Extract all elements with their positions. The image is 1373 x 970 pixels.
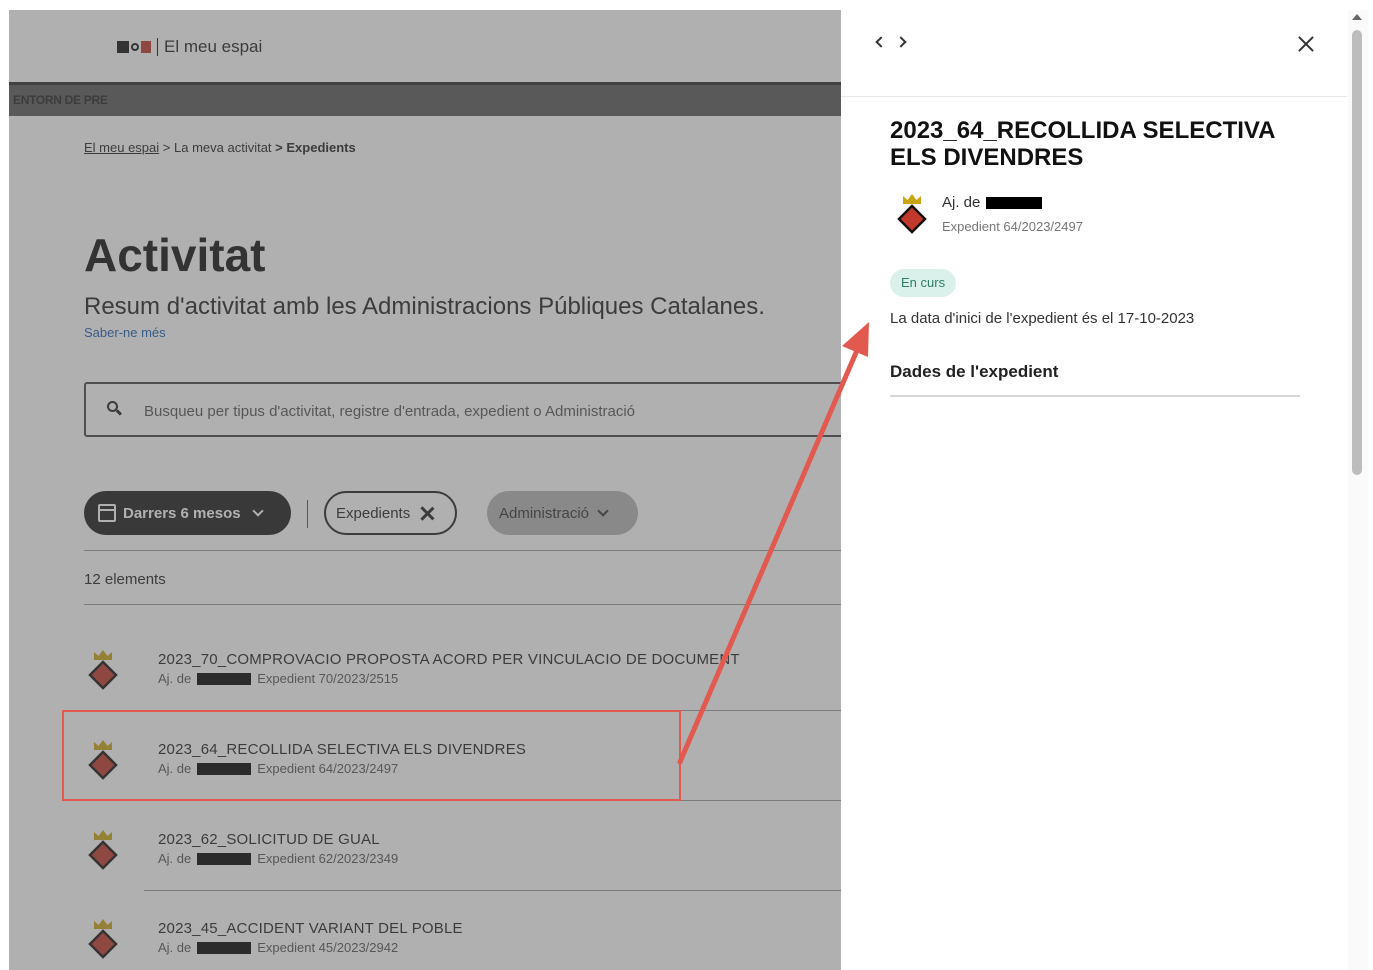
panel-org-label: Aj. de [942,194,981,211]
environment-label: ENTORN DE PRE [13,93,108,107]
breadcrumb-home-link[interactable]: El meu espai [84,140,159,155]
detail-panel: 2023_64_RECOLLIDA SELECTIVA ELS DIVENDRE… [841,10,1347,970]
logo-divider [157,38,158,56]
app-title: El meu espai [164,37,263,56]
item-subtitle: Aj. de Expedient 64/2023/2497 [158,761,398,776]
panel-org: Aj. de [942,194,1048,211]
panel-nav [875,36,907,48]
divider [144,890,841,891]
item-title: 2023_62_SOLICITUD DE GUAL [158,831,380,848]
item-org: Aj. de [158,671,192,686]
panel-title: 2023_64_RECOLLIDA SELECTIVA ELS DIVENDRE… [890,117,1275,171]
close-icon[interactable] [1296,34,1316,54]
type-filter-label: Expedients [336,504,411,522]
list-item[interactable]: 2023_62_SOLICITUD DE GUAL Aj. de Expedien… [84,820,841,890]
start-date-text: La data d'inici de l'expedient és el 17-… [890,310,1195,327]
next-icon[interactable] [895,36,907,48]
divider [144,710,841,711]
breadcrumb-current: Expedients [286,140,356,155]
item-subtitle: Aj. de Expedient 45/2023/2942 [158,940,398,955]
date-filter-button[interactable]: Darrers 6 mesos [84,491,291,535]
municipality-crest-icon [84,740,122,784]
search-placeholder: Busqueu per tipus d'activitat, registre … [144,403,636,420]
redaction-bar [197,852,252,865]
list-item[interactable]: 2023_70_COMPROVACIO PROPOSTA ACORD PER V… [84,640,841,710]
redaction-bar [197,672,252,685]
redaction-bar [986,196,1043,209]
scroll-up-icon[interactable] [1352,14,1362,20]
item-title: 2023_64_RECOLLIDA SELECTIVA ELS DIVENDRE… [158,741,527,758]
calendar-icon [98,504,116,522]
divider [84,550,841,551]
page-title: Activitat [84,229,266,281]
admin-filter-button[interactable]: Administració [487,491,638,535]
breadcrumb-separator: > [275,140,283,155]
page-lead: Resum d'activitat amb les Administracion… [84,293,765,320]
breadcrumb-separator: > [162,140,171,155]
remove-filter-icon[interactable] [420,506,434,520]
aoc-logo-icon [117,40,151,54]
item-org: Aj. de [158,851,192,866]
item-title: 2023_45_ACCIDENT VARIANT DEL POBLE [158,920,463,937]
municipality-crest-icon [84,830,122,874]
date-filter-label: Darrers 6 mesos [123,504,241,522]
list-item[interactable]: 2023_45_ACCIDENT VARIANT DEL POBLE Aj. d… [84,909,841,970]
previous-icon[interactable] [875,36,887,48]
item-expedient: Expedient 70/2023/2515 [257,671,399,686]
section-divider [890,395,1300,397]
filter-divider [307,500,308,528]
breadcrumb-activity[interactable]: La meva activitat [174,140,272,155]
list-item-selected[interactable]: 2023_64_RECOLLIDA SELECTIVA ELS DIVENDRE… [84,730,841,800]
panel-expedient: Expedient 64/2023/2497 [942,219,1083,234]
divider [84,604,841,605]
item-title: 2023_70_COMPROVACIO PROPOSTA ACORD PER V… [158,651,740,668]
municipality-crest-icon [893,194,931,238]
site-header: El meu espai [9,10,841,82]
status-badge: En curs [890,269,957,297]
item-org: Aj. de [158,940,192,955]
item-subtitle: Aj. de Expedient 70/2023/2515 [158,671,398,686]
screen: El meu espai ENTORN DE PRE El meu espai … [0,0,1373,970]
activity-page: El meu espai ENTORN DE PRE El meu espai … [9,10,841,970]
type-filter-chip[interactable]: Expedients [324,491,457,535]
results-count: 12 elements [84,571,166,588]
redaction-bar [197,941,252,954]
chevron-down-icon [597,505,609,517]
admin-filter-label: Administració [499,504,590,522]
breadcrumb: El meu espai > La meva activitat > Exped… [84,140,356,155]
municipality-crest-icon [84,650,122,694]
item-org: Aj. de [158,761,192,776]
item-expedient: Expedient 62/2023/2349 [257,851,399,866]
chevron-down-icon [251,505,264,517]
item-expedient: Expedient 45/2023/2942 [257,940,399,955]
section-title: Dades de l'expedient [890,362,1059,381]
divider [144,800,841,801]
learn-more-link[interactable]: Saber-ne més [84,325,166,340]
home-logo[interactable]: El meu espai [117,37,262,57]
search-input[interactable]: Busqueu per tipus d'activitat, registre … [84,382,841,437]
item-subtitle: Aj. de Expedient 62/2023/2349 [158,851,398,866]
municipality-crest-icon [84,919,122,963]
panel-header-divider [841,96,1347,97]
item-expedient: Expedient 64/2023/2497 [257,761,399,776]
scrollbar-thumb[interactable] [1352,30,1362,475]
redaction-bar [197,762,252,775]
environment-banner: ENTORN DE PRE [9,82,841,116]
search-icon [106,400,124,418]
